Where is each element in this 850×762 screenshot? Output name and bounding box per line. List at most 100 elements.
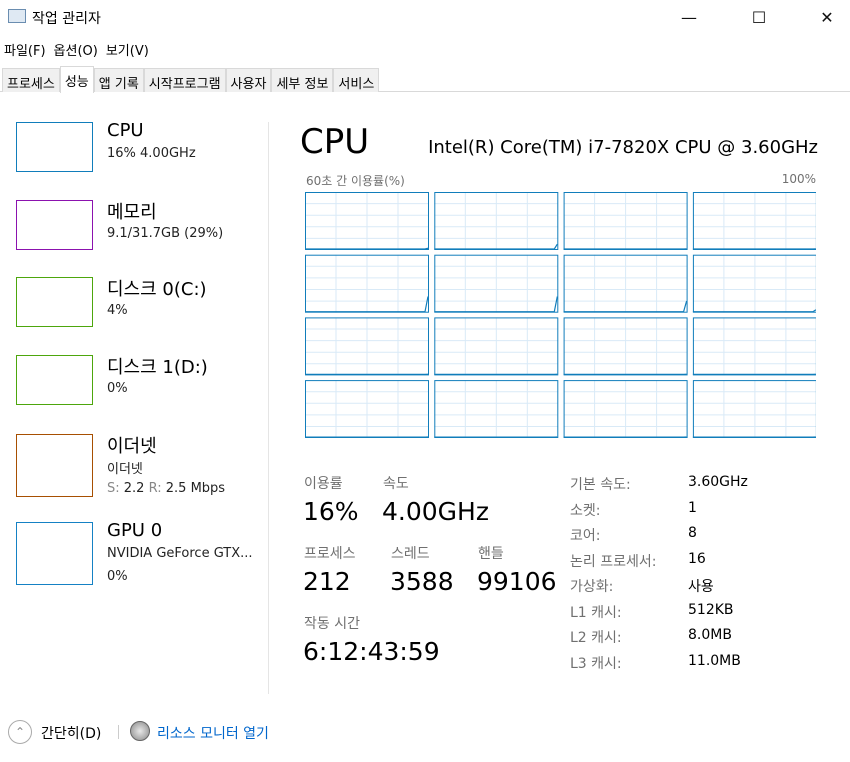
core-usage-line: [434, 296, 558, 313]
memory-thumbnail-graph: [16, 200, 93, 250]
detail-label: L1 캐시:: [570, 604, 622, 621]
window-title: 작업 관리자: [32, 11, 101, 27]
close-button[interactable]: ✕: [804, 0, 850, 34]
detail-label: L3 캐시:: [570, 655, 622, 672]
detail-label: 논리 프로세서:: [570, 553, 657, 570]
sidebar-item-label: 디스크 1(D:): [107, 357, 208, 378]
detail-value: 1: [688, 499, 697, 516]
speed-label: 속도: [383, 476, 409, 492]
core-usage-line: [434, 243, 558, 250]
footer: ⌃ 간단히(D) 리소스 모니터 열기: [0, 718, 850, 746]
tab-app-history[interactable]: 앱 기록: [93, 68, 144, 92]
panel-divider[interactable]: [268, 122, 269, 694]
sidebar-item-value: 16% 4.00GHz: [107, 146, 196, 161]
tab-startup[interactable]: 시작프로그램: [143, 68, 226, 92]
processes-label: 프로세스: [304, 546, 356, 562]
detail-value: 8.0MB: [688, 627, 732, 643]
sidebar-item-value: 4%: [107, 303, 128, 318]
menu-view[interactable]: 보기(V): [102, 38, 153, 60]
detail-value: 3.60GHz: [688, 474, 748, 490]
sidebar-item-value: 0%: [107, 569, 128, 584]
sidebar-item-value: S: 2.2 R: 2.5 Mbps: [107, 481, 226, 496]
tab-performance[interactable]: 성능: [59, 66, 94, 93]
detail-label: L2 캐시:: [570, 630, 622, 646]
sidebar-item-adapter: 이더넷: [107, 462, 143, 477]
sidebar-item-label: 디스크 0(C:): [107, 279, 207, 300]
threads-label: 스레드: [391, 546, 430, 562]
speed-value: 4.00GHz: [382, 497, 489, 526]
sidebar-item-label: GPU 0: [107, 520, 163, 541]
detail-value: 11.0MB: [688, 652, 741, 669]
title-bar: 작업 관리자 — ☐ ✕: [0, 0, 850, 34]
sidebar-item-adapter: NVIDIA GeForce GTX...: [107, 546, 253, 561]
sidebar-item-label: CPU: [107, 120, 144, 141]
menu-bar: 파일(F) 옵션(O) 보기(V): [0, 38, 153, 60]
sidebar-item-memory[interactable]: 메모리 9.1/31.7GB (29%): [16, 198, 266, 258]
menu-file[interactable]: 파일(F): [0, 38, 50, 60]
core-graph: [692, 254, 816, 313]
sidebar-item-label: 메모리: [107, 202, 157, 223]
core-usage-line: [563, 300, 688, 313]
tab-details[interactable]: 세부 정보: [271, 68, 334, 92]
maximize-button[interactable]: ☐: [736, 0, 782, 34]
core-graph: [692, 192, 816, 250]
graph-max-label: 100%: [781, 172, 816, 186]
detail-label: 코어:: [570, 528, 601, 544]
utilization-value: 16%: [303, 497, 359, 526]
cpu-thumbnail-graph: [16, 122, 93, 172]
resource-monitor-icon: [130, 721, 150, 741]
gpu-thumbnail-graph: [16, 522, 93, 585]
core-graph: [692, 317, 816, 376]
core-graph: [563, 380, 688, 438]
menu-options[interactable]: 옵션(O): [50, 38, 102, 60]
tab-processes[interactable]: 프로세스: [2, 68, 60, 92]
uptime-value: 6:12:43:59: [303, 637, 440, 666]
tab-services[interactable]: 서비스: [333, 68, 380, 92]
core-graph: [305, 317, 429, 376]
core-graph: [434, 317, 559, 376]
chevron-up-icon[interactable]: ⌃: [8, 720, 32, 744]
processes-value: 212: [303, 567, 351, 596]
sidebar-item-label: 이더넷: [107, 436, 157, 457]
page-title: CPU: [300, 122, 370, 162]
core-graph: [563, 254, 688, 313]
core-graph: [563, 317, 688, 376]
disk-1-thumbnail-graph: [16, 355, 93, 405]
sidebar-item-value: 0%: [107, 381, 128, 396]
core-graph: [434, 380, 559, 438]
ethernet-thumbnail-graph: [16, 434, 93, 497]
handles-value: 99106: [477, 567, 557, 596]
sidebar-item-disk-1[interactable]: 디스크 1(D:) 0%: [16, 353, 266, 413]
tab-bar: 프로세스 성능 앱 기록 시작프로그램 사용자 세부 정보 서비스: [0, 66, 850, 93]
footer-separator: [118, 725, 119, 739]
sidebar-item-ethernet[interactable]: 이더넷 이더넷 S: 2.2 R: 2.5 Mbps: [16, 432, 266, 502]
fewer-details-button[interactable]: 간단히(D): [41, 723, 101, 743]
core-graph: [692, 380, 816, 438]
detail-value: 사용: [688, 579, 714, 595]
sidebar-item-cpu[interactable]: CPU 16% 4.00GHz: [16, 120, 266, 180]
minimize-button[interactable]: —: [666, 0, 712, 34]
uptime-label: 작동 시간: [304, 616, 360, 632]
core-graph: [305, 254, 429, 313]
open-resource-monitor-link[interactable]: 리소스 모니터 열기: [157, 723, 269, 743]
handles-label: 핸들: [478, 546, 504, 562]
core-graph: [434, 254, 559, 313]
cpu-core-graphs: [305, 192, 816, 438]
sidebar-item-gpu-0[interactable]: GPU 0 NVIDIA GeForce GTX... 0%: [16, 520, 266, 590]
utilization-label: 이용률: [304, 476, 343, 492]
core-graph: [305, 380, 429, 438]
disk-0-thumbnail-graph: [16, 277, 93, 327]
detail-label: 기본 속도:: [570, 477, 631, 493]
sidebar-item-value: 9.1/31.7GB (29%): [107, 226, 224, 241]
core-graph: [563, 192, 688, 250]
core-graph: [305, 192, 429, 250]
detail-value: 8: [688, 525, 697, 541]
cpu-model: Intel(R) Core(TM) i7-7820X CPU @ 3.60GHz: [428, 137, 818, 158]
graph-label: 60초 간 이용률(%): [306, 174, 405, 188]
detail-value: 512KB: [688, 601, 734, 618]
sidebar-item-disk-0[interactable]: 디스크 0(C:) 4%: [16, 275, 266, 335]
task-manager-icon: [8, 9, 26, 23]
tab-users[interactable]: 사용자: [225, 68, 272, 92]
detail-value: 16: [688, 550, 706, 567]
threads-value: 3588: [390, 567, 454, 596]
